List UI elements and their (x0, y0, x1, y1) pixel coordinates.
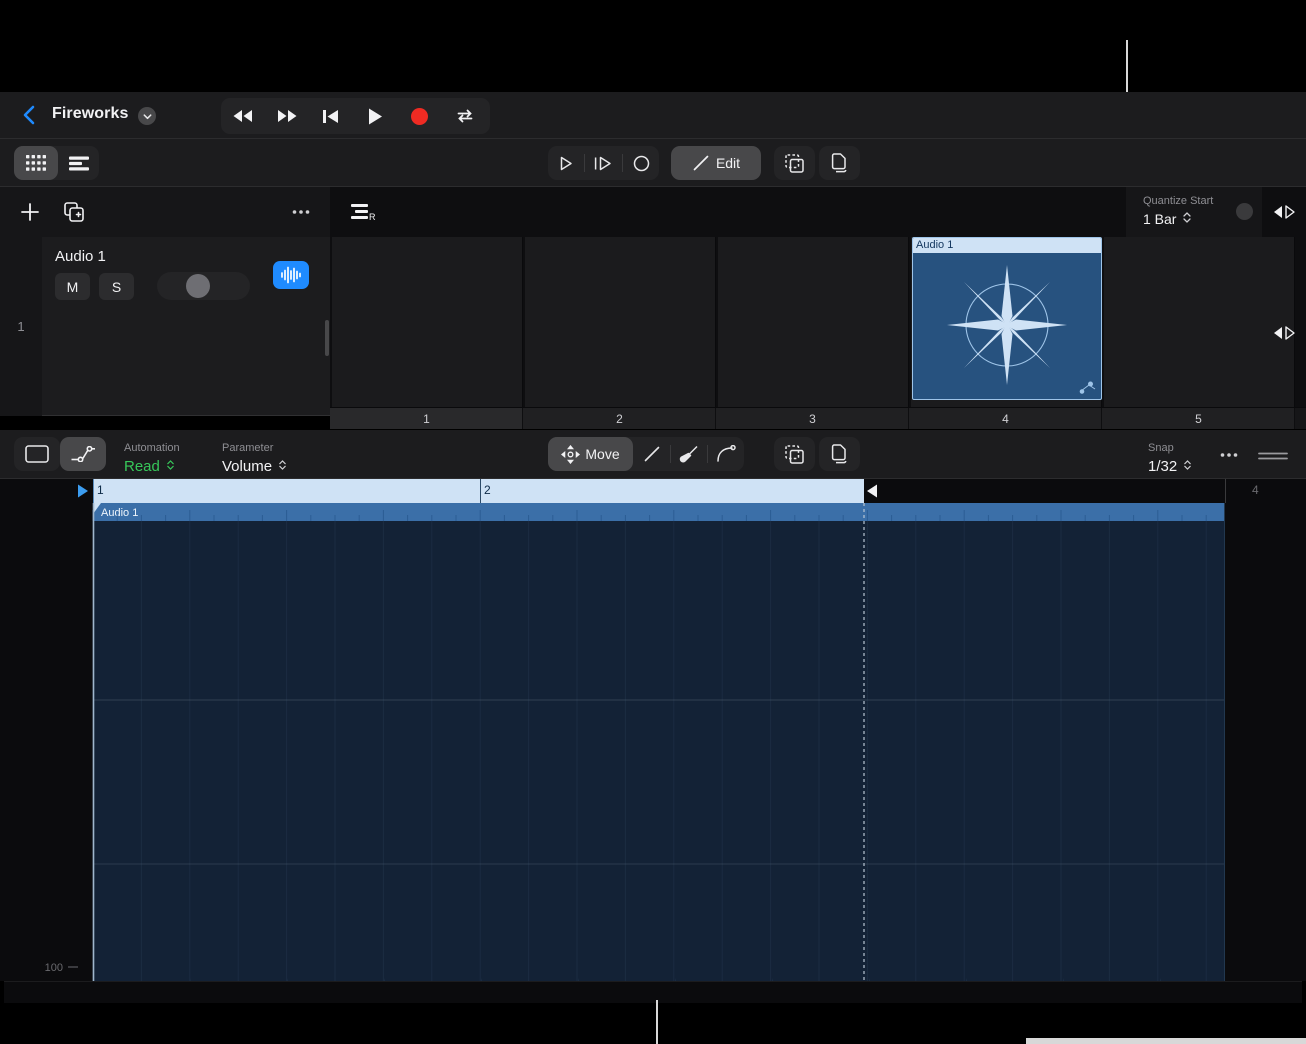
move-tool-button[interactable]: Move (548, 437, 633, 471)
line-tool-button[interactable] (633, 437, 670, 471)
device-bezel-top (0, 0, 1306, 92)
play-from-button[interactable] (585, 146, 622, 180)
parameter-label: Parameter (222, 442, 273, 454)
callout-bar-bottom (1026, 1038, 1306, 1044)
fast-forward-icon[interactable] (265, 98, 309, 134)
playhead-triangle-icon[interactable] (77, 484, 89, 503)
ruler-bar-number: 4 (1252, 483, 1259, 497)
view-mode-group (14, 146, 99, 180)
track-volume-slider-knob[interactable] (186, 274, 210, 298)
cycle-circle-button[interactable] (623, 146, 659, 180)
parameter-value[interactable]: Volume (222, 458, 287, 475)
record-enable-all-button[interactable]: R (349, 198, 377, 226)
move-tool-label: Move (585, 446, 619, 462)
collapse-inspector-button[interactable] (1262, 187, 1306, 237)
curve-tool-button[interactable] (708, 437, 744, 471)
marquee-button[interactable] (774, 437, 815, 471)
skip-back-icon[interactable] (309, 98, 353, 134)
mute-button[interactable]: M (55, 273, 90, 300)
rewind-icon[interactable] (221, 98, 265, 134)
automation-editor: Automation Read Parameter Volume Move (0, 429, 1306, 981)
main-toolbar: Fireworks (0, 92, 1306, 139)
arrange-bar-number: 2 (523, 412, 716, 426)
track-list-header (0, 187, 330, 237)
automation-view-button[interactable] (60, 437, 106, 471)
region-strip-name: Audio 1 (101, 507, 138, 519)
collapse-arrange-button[interactable] (1262, 318, 1306, 348)
ruler-bar-number: 2 (484, 483, 491, 497)
track-scroll-indicator[interactable] (325, 320, 329, 356)
snap-value[interactable]: 1/32 (1148, 458, 1192, 475)
resize-handle[interactable] (1258, 449, 1288, 467)
region-name: Audio 1 (913, 238, 1101, 253)
automation-ruler[interactable]: 1 2 4 (0, 479, 1306, 503)
track-number: 1 (0, 237, 42, 416)
play-triangle-button[interactable] (548, 146, 584, 180)
copy-button[interactable] (819, 437, 860, 471)
arrange-area[interactable] (330, 237, 1306, 407)
quantize-start-value[interactable]: 1 Bar (1143, 211, 1192, 227)
solo-button[interactable]: S (99, 273, 134, 300)
record-icon[interactable] (397, 98, 441, 134)
secondary-toolbar: Edit (0, 139, 1306, 187)
automation-mode-value[interactable]: Read (124, 458, 175, 475)
automation-editor-toolbar: Automation Read Parameter Volume Move (0, 429, 1306, 479)
cycle-end-triangle-icon[interactable] (866, 484, 878, 503)
arrange-bar-number: 3 (716, 412, 909, 426)
fireworks-burst-icon (913, 253, 1101, 400)
arrange-bar-number: 1 (330, 412, 523, 426)
arrange-ruler[interactable]: 1 2 3 4 5 (330, 407, 1306, 429)
region-view-button[interactable] (14, 437, 60, 471)
callout-pointer-top (1126, 40, 1128, 92)
brush-tool-button[interactable] (671, 437, 707, 471)
edit-tool-button[interactable]: Edit (671, 146, 761, 180)
automation-graph[interactable]: Audio 1 (0, 503, 1306, 981)
arrange-bar-number: 4 (909, 412, 1102, 426)
page-title: Fireworks (52, 105, 129, 123)
transport-group (221, 98, 490, 134)
automation-y-axis: 1007550250-25-50-75-100 (0, 503, 93, 981)
device-bezel-bottom (0, 981, 1306, 1044)
audio-region[interactable]: Audio 1 (912, 237, 1102, 400)
waveform-icon[interactable] (273, 261, 309, 289)
cycle-icon[interactable] (443, 98, 487, 134)
arrange-header-strip (330, 187, 1126, 237)
track-name[interactable]: Audio 1 (55, 248, 106, 265)
bottom-strip (4, 981, 1302, 1003)
arrange-bar-number: 5 (1102, 412, 1295, 426)
draw-tools-group (633, 437, 744, 471)
quantize-start-panel[interactable]: Quantize Start 1 Bar (1126, 187, 1262, 237)
mixer-button[interactable] (58, 146, 99, 180)
quantize-start-label: Quantize Start (1143, 195, 1213, 207)
quantize-knob-icon[interactable] (1236, 203, 1253, 220)
copy-button[interactable] (819, 146, 860, 180)
cycle-range[interactable] (93, 479, 864, 503)
chevron-down-icon[interactable] (138, 107, 156, 125)
svg-text:R: R (369, 212, 376, 222)
browser-button[interactable] (14, 146, 58, 180)
automation-lane[interactable]: Audio 1 (0, 503, 1306, 981)
y-axis-tick-label: 100 (45, 962, 63, 974)
playback-tools-group (548, 146, 659, 180)
duplicate-track-button[interactable] (60, 198, 88, 226)
marquee-button[interactable] (774, 146, 815, 180)
back-button[interactable] (18, 103, 42, 127)
automation-more-button[interactable] (1218, 446, 1242, 469)
add-track-button[interactable] (16, 198, 44, 226)
snap-label: Snap (1148, 442, 1174, 454)
track-more-button[interactable] (287, 198, 315, 226)
automation-label: Automation (124, 442, 180, 454)
edit-tool-label: Edit (716, 155, 740, 171)
ruler-bar-number: 1 (97, 483, 104, 497)
callout-pointer-bottom (656, 1000, 658, 1044)
play-icon[interactable] (353, 98, 397, 134)
